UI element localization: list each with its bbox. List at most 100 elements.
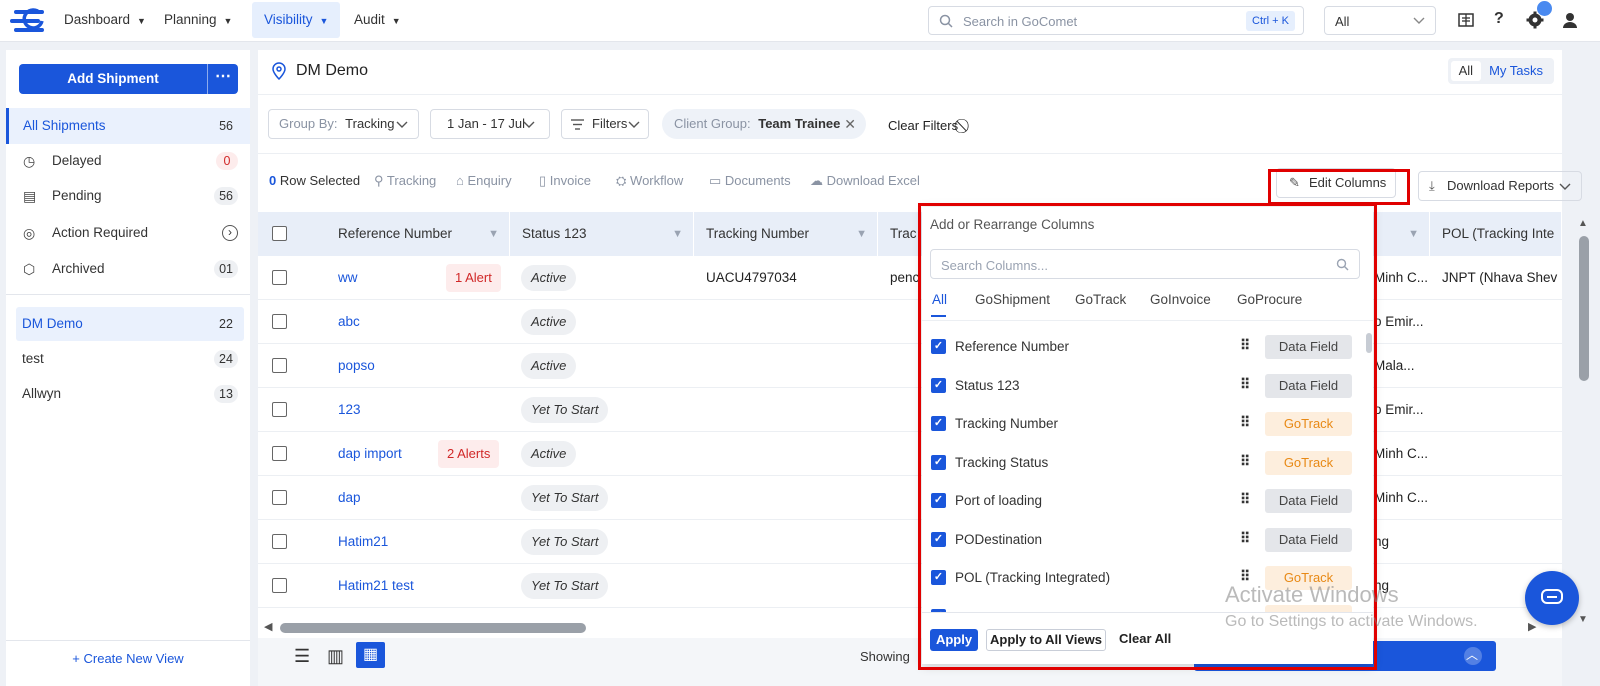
add-shipment-button[interactable]: Add Shipment ⋯ xyxy=(19,64,238,94)
more-options-button[interactable]: ⋯ xyxy=(207,64,238,94)
action-documents[interactable]: ▭ Documents xyxy=(709,173,791,189)
row-checkbox[interactable] xyxy=(272,358,287,373)
chip-label: Client Group: xyxy=(674,116,751,131)
toggle-my-tasks[interactable]: My Tasks xyxy=(1481,61,1551,81)
download-reports-button[interactable]: ⤓ Download Reports xyxy=(1418,171,1582,201)
action-label: Tracking xyxy=(386,173,437,188)
action-label: Documents xyxy=(724,173,791,188)
filter-funnel-icon[interactable]: ▼ xyxy=(672,212,683,256)
column-header[interactable]: Reference Number ▼ xyxy=(326,212,510,256)
scroll-up-icon[interactable]: ▲ xyxy=(1578,218,1588,229)
archive-icon: ⬡ xyxy=(23,261,36,277)
filter-funnel-icon[interactable]: ▼ xyxy=(1408,212,1419,256)
filter-funnel-icon[interactable]: ▼ xyxy=(488,212,499,256)
alert-badge[interactable]: 2 Alerts xyxy=(438,440,500,468)
sidebar-item-pending[interactable]: ▤ Pending 56 xyxy=(6,178,250,214)
scrollbar-thumb[interactable] xyxy=(1579,236,1589,381)
row-checkbox[interactable] xyxy=(272,578,287,593)
create-new-view-button[interactable]: + Create New View xyxy=(6,640,250,676)
reference-link[interactable]: dap import xyxy=(338,432,402,476)
row-checkbox[interactable] xyxy=(272,402,287,417)
reference-link[interactable]: popso xyxy=(338,344,375,388)
status-pill: Active xyxy=(521,441,577,467)
nav-audit[interactable]: Audit ▼ xyxy=(342,0,413,40)
nav-dashboard[interactable]: Dashboard ▼ xyxy=(52,0,158,40)
row-checkbox[interactable] xyxy=(272,314,287,329)
select-all-checkbox[interactable] xyxy=(272,226,287,241)
status-pill: Yet To Start xyxy=(521,397,609,423)
reference-link[interactable]: ww xyxy=(338,256,358,300)
vertical-scrollbar[interactable]: ▲ ▼ xyxy=(1578,218,1590,628)
grid-view-icon[interactable]: ▦ xyxy=(356,642,385,668)
scroll-right-icon[interactable]: ▶ xyxy=(1528,620,1536,633)
folder-icon: ▭ xyxy=(709,173,722,188)
nav-planning[interactable]: Planning ▼ xyxy=(152,0,244,40)
action-workflow[interactable]: ⛭ Workflow xyxy=(616,173,683,189)
search-shortcut-badge: Ctrl + K xyxy=(1246,11,1295,31)
chevron-right-icon: › xyxy=(222,225,238,241)
sidebar-item-delayed[interactable]: ◷ Delayed 0 xyxy=(6,143,250,179)
sidebar-item-action-required[interactable]: ◎ Action Required › xyxy=(6,215,250,251)
scroll-left-icon[interactable]: ◀ xyxy=(264,620,272,633)
row-checkbox[interactable] xyxy=(272,534,287,549)
view-item-dm-demo[interactable]: DM Demo 22 xyxy=(16,307,244,341)
action-download-excel[interactable]: ☁ Download Excel xyxy=(810,173,920,189)
row-checkbox[interactable] xyxy=(272,490,287,505)
alert-badge[interactable]: 1 Alert xyxy=(446,264,501,292)
column-header[interactable]: POL (Tracking Inte xyxy=(1430,212,1562,256)
toggle-all[interactable]: All xyxy=(1450,61,1482,81)
gocomet-logo[interactable] xyxy=(8,8,48,34)
help-icon[interactable]: ? xyxy=(1494,10,1504,28)
clock-icon: ◷ xyxy=(23,153,36,169)
clear-filters-button[interactable]: Clear Filters ⃠ xyxy=(888,117,965,134)
group-by-select[interactable]: Group By: Tracking xyxy=(268,109,419,139)
row-checkbox[interactable] xyxy=(272,270,287,285)
client-group-filter-chip[interactable]: Client Group: Team Trainee ✕ xyxy=(662,109,866,139)
view-item-test[interactable]: test 24 xyxy=(16,342,244,376)
chat-icon xyxy=(1541,589,1563,604)
chat-button[interactable] xyxy=(1525,571,1579,625)
action-enquiry[interactable]: ⌂ Enquiry xyxy=(456,173,512,188)
port-cell: Mala... xyxy=(1374,358,1415,373)
clear-filters-label: Clear Filters xyxy=(888,118,959,133)
date-range-select[interactable]: 1 Jan - 17 Jul xyxy=(430,109,550,139)
chevron-down-icon xyxy=(523,121,535,128)
sidebar-item-archived[interactable]: ⬡ Archived 01 xyxy=(6,251,250,287)
filter-lines-icon xyxy=(571,119,584,130)
close-icon[interactable]: ✕ xyxy=(844,109,856,139)
date-range-value: 1 Jan - 17 Jul xyxy=(447,116,526,131)
reference-link[interactable]: Hatim21 test xyxy=(338,564,414,608)
scroll-down-icon[interactable]: ▼ xyxy=(1578,614,1588,625)
status-pill: Active xyxy=(521,353,577,379)
row-checkbox[interactable] xyxy=(272,446,287,461)
column-header[interactable]: Tracking Number ▼ xyxy=(694,212,878,256)
column-header[interactable]: Status 123 ▼ xyxy=(510,212,694,256)
report-icon[interactable] xyxy=(1458,12,1474,28)
column-view-icon[interactable]: ▥ xyxy=(327,646,344,667)
action-invoice[interactable]: ▯ Invoice xyxy=(539,173,591,189)
action-tracking[interactable]: ⚲ Tracking xyxy=(374,173,436,189)
tracking-number-cell: UACU4797034 xyxy=(706,270,797,285)
workflow-icon: ⛭ xyxy=(616,173,627,188)
view-item-allwyn[interactable]: Allwyn 13 xyxy=(16,377,244,411)
reference-link[interactable]: abc xyxy=(338,300,360,344)
scope-select[interactable]: All xyxy=(1324,6,1436,35)
global-search-input[interactable]: Search in GoComet Ctrl + K xyxy=(928,6,1304,35)
notification-dot xyxy=(1537,1,1552,16)
user-icon[interactable] xyxy=(1562,12,1578,28)
filter-funnel-icon[interactable]: ▼ xyxy=(856,212,867,256)
windows-watermark-title: Activate Windows xyxy=(1225,582,1399,607)
nav-dashboard-label: Dashboard xyxy=(64,12,131,27)
sidebar-item-count: 56 xyxy=(214,187,238,205)
rows-selected: 0 Row Selected xyxy=(269,173,360,188)
scrollbar-thumb[interactable] xyxy=(280,623,586,633)
reference-link[interactable]: 123 xyxy=(338,388,361,432)
reference-link[interactable]: dap xyxy=(338,476,361,520)
sidebar-item-all-shipments[interactable]: All Shipments 56 xyxy=(6,108,250,144)
rows-selected-label: Row Selected xyxy=(279,173,361,188)
nav-visibility[interactable]: Visibility ▼ xyxy=(252,2,341,38)
reference-link[interactable]: Hatim21 xyxy=(338,520,388,564)
list-view-icon[interactable]: ☰ xyxy=(294,646,310,667)
filters-button[interactable]: Filters xyxy=(561,109,649,139)
port-cell: Minh C... xyxy=(1374,446,1429,461)
